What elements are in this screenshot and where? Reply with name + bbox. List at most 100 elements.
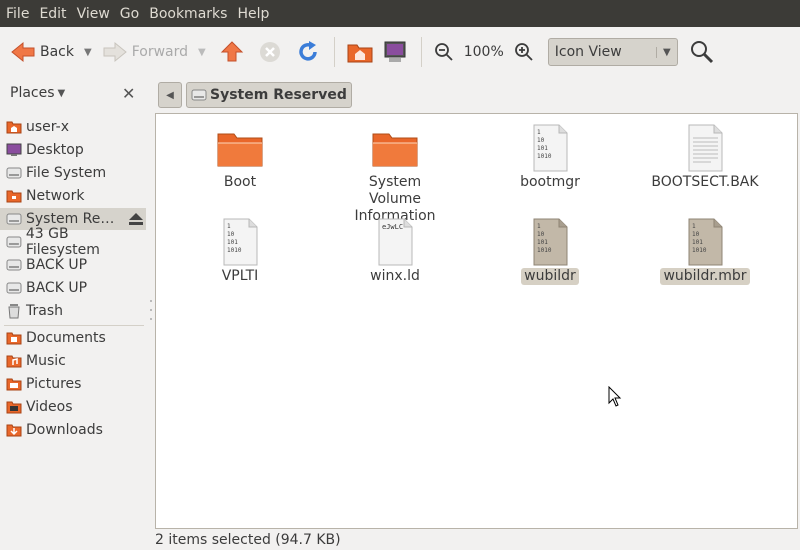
sidebar-item-music[interactable]: Music	[0, 350, 146, 372]
file-icon-view[interactable]: Boot System Volume Information 1 10 101 …	[155, 113, 798, 529]
sidebar-item-label: Trash	[26, 303, 63, 319]
desktop-icon	[6, 143, 22, 156]
sidebar-item-documents[interactable]: Documents	[0, 327, 146, 349]
trash-icon	[8, 304, 20, 319]
sidebar-item-43gb-filesystem[interactable]: 43 GB Filesystem	[0, 226, 146, 258]
view-mode-value: Icon View	[554, 44, 622, 60]
forward-history-dropdown[interactable]: ▼	[198, 47, 206, 58]
drive-icon	[6, 236, 22, 248]
search-icon[interactable]	[690, 40, 714, 64]
sidebar-item-backup-2[interactable]: BACK UP	[0, 277, 146, 299]
bin-line: 10	[537, 137, 545, 144]
folder-icon	[217, 133, 263, 167]
menu-bookmarks[interactable]: Bookmarks	[144, 6, 232, 22]
bin-line: 101	[537, 145, 548, 152]
file-item-bootsect-bak[interactable]: BOOTSECT.BAK	[630, 124, 780, 191]
folder-icon	[6, 332, 22, 345]
bin-line: 10	[692, 231, 700, 238]
sidebar-item-desktop[interactable]: Desktop	[0, 139, 146, 161]
eject-icon[interactable]	[128, 212, 144, 226]
binary-file-icon: 1 10 101 1010	[533, 124, 568, 172]
sidebar-item-videos[interactable]: Videos	[0, 396, 146, 418]
menu-edit[interactable]: Edit	[34, 6, 71, 22]
file-label: BOOTSECT.BAK	[651, 174, 759, 190]
bin-line: 1010	[692, 247, 707, 254]
file-label: Boot	[223, 174, 257, 190]
back-history-dropdown[interactable]: ▼	[84, 47, 92, 58]
file-preview-text: eJwLC	[382, 223, 403, 231]
file-item-system-volume-information[interactable]: System Volume Information	[320, 124, 470, 225]
bin-line: 1010	[537, 247, 552, 254]
folder-icon	[372, 133, 418, 167]
location-back-button[interactable]: ◀	[158, 82, 182, 108]
text-file-icon	[688, 124, 723, 172]
up-arrow-icon[interactable]	[220, 40, 244, 64]
sidebar-item-pictures[interactable]: Pictures	[0, 373, 146, 395]
menu-file[interactable]: File	[0, 6, 34, 22]
forward-label: Forward	[131, 44, 189, 60]
home-folder-icon[interactable]	[347, 40, 373, 64]
sidebar-item-label: Music	[26, 353, 66, 369]
back-button[interactable]: Back	[10, 34, 74, 70]
network-icon	[6, 190, 22, 203]
sidebar-item-label: Network	[26, 188, 85, 204]
reload-icon[interactable]	[296, 40, 320, 64]
menu-help[interactable]: Help	[232, 6, 274, 22]
bin-line: 1	[227, 223, 231, 230]
zoom-in-icon[interactable]	[514, 42, 534, 62]
sidebar-item-label: Videos	[26, 399, 73, 415]
downloads-folder-icon	[6, 424, 22, 437]
toolbar: Back ▼ Forward ▼ 100% Icon View ▼	[0, 27, 800, 77]
sidebar: user-x Desktop File System Network Syste…	[0, 112, 148, 550]
sidebar-header-label: Places	[10, 85, 55, 101]
drive-icon	[6, 282, 22, 294]
sidebar-item-network[interactable]: Network	[0, 185, 146, 207]
menu-view[interactable]: View	[72, 6, 115, 22]
computer-icon[interactable]	[383, 40, 407, 64]
bin-line: 1	[537, 223, 541, 230]
file-item-vplti[interactable]: 1 10 101 1010 VPLTI	[165, 218, 315, 285]
status-bar: 2 items selected (94.7 KB)	[155, 529, 800, 550]
home-folder-icon	[6, 121, 22, 134]
sidebar-item-downloads[interactable]: Downloads	[0, 419, 146, 441]
drive-icon	[6, 259, 22, 271]
back-label: Back	[40, 44, 74, 60]
sidebar-header[interactable]: Places ▼	[10, 85, 65, 101]
sidebar-item-label: Pictures	[26, 376, 82, 392]
breadcrumb[interactable]: System Reserved	[186, 82, 352, 108]
binary-file-icon: eJwLC	[378, 218, 413, 266]
file-item-winx-ld[interactable]: eJwLC winx.ld	[320, 218, 470, 285]
file-item-wubildr[interactable]: 1 10 101 1010 wubildr	[475, 218, 625, 285]
file-item-boot[interactable]: Boot	[165, 124, 315, 191]
sidebar-item-label: BACK UP	[26, 257, 88, 273]
file-label: bootmgr	[520, 174, 580, 190]
binary-file-icon: 1 10 101 1010	[223, 218, 258, 266]
bin-line: 1010	[227, 247, 242, 254]
sidebar-item-trash[interactable]: Trash	[0, 300, 146, 322]
view-mode-select[interactable]: Icon View ▼	[547, 38, 678, 66]
sidebar-item-backup-1[interactable]: BACK UP	[0, 254, 146, 276]
breadcrumb-current: System Reserved	[210, 87, 347, 103]
file-item-wubildr-mbr[interactable]: 1 10 101 1010 wubildr.mbr	[630, 218, 780, 285]
chevron-down-icon: ▼	[57, 87, 66, 99]
bin-line: 101	[227, 239, 238, 246]
sidebar-item-home[interactable]: user-x	[0, 116, 146, 138]
zoom-out-icon[interactable]	[434, 42, 454, 62]
drive-icon	[6, 167, 22, 179]
file-item-bootmgr[interactable]: 1 10 101 1010 bootmgr	[475, 124, 625, 191]
bin-line: 10	[227, 231, 235, 238]
location-bar: Places ▼ ✕ ◀ System Reserved	[0, 77, 800, 112]
sidebar-divider	[4, 325, 144, 326]
bin-line: 1	[692, 223, 696, 230]
sidebar-item-file-system[interactable]: File System	[0, 162, 146, 184]
sidebar-item-label: Documents	[26, 330, 106, 346]
close-sidebar-icon[interactable]: ✕	[122, 84, 135, 103]
videos-folder-icon	[6, 401, 22, 414]
forward-arrow-icon	[103, 41, 127, 63]
stop-icon[interactable]	[258, 40, 282, 64]
sidebar-item-label: File System	[26, 165, 107, 181]
sidebar-item-label: System Re…	[26, 211, 115, 227]
pane-resize-handle[interactable]	[148, 300, 153, 320]
menu-go[interactable]: Go	[115, 6, 144, 22]
forward-button[interactable]: Forward	[102, 34, 188, 70]
